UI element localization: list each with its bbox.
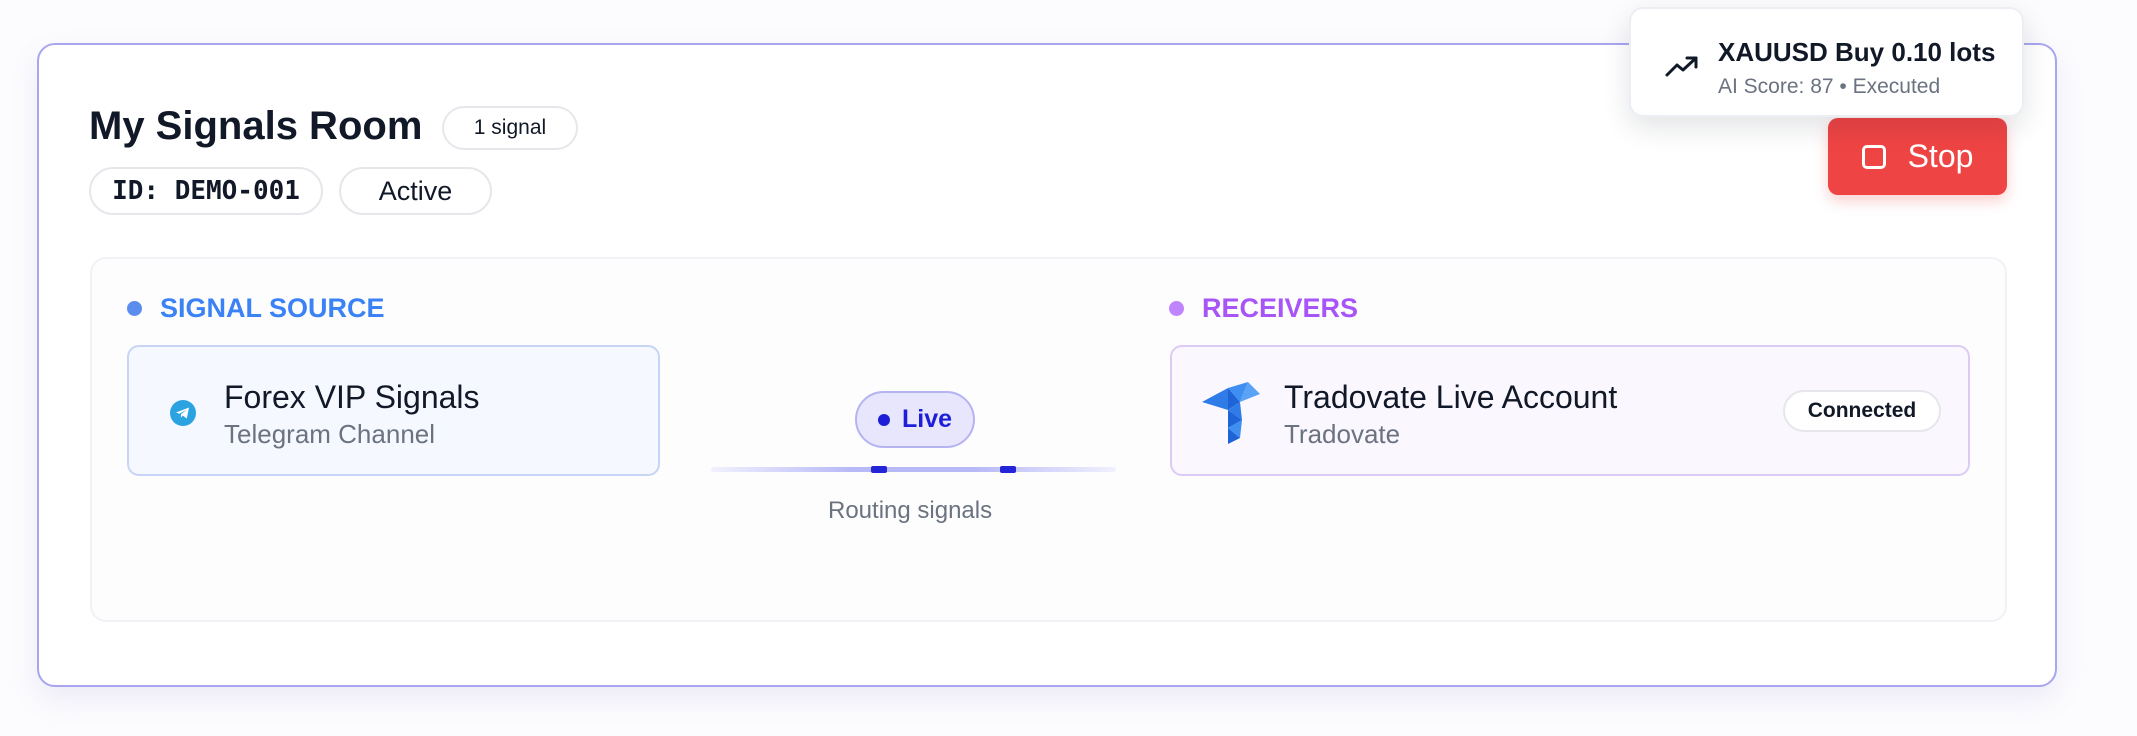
live-label: Live	[901, 405, 953, 433]
stop-icon	[1861, 144, 1886, 169]
receivers-heading: RECEIVERS	[1169, 293, 1358, 324]
stop-button[interactable]: Stop	[1828, 118, 2007, 195]
live-dot-icon	[877, 413, 890, 426]
trending-up-icon	[1665, 56, 1698, 77]
receiver-platform: Tradovate	[1284, 419, 1401, 449]
trade-notification-toast[interactable]: XAUUSD Buy 0.10 lots AI Score: 87 • Exec…	[1629, 7, 2024, 117]
receivers-dot-icon	[1169, 301, 1184, 316]
source-type: Telegram Channel	[224, 419, 436, 449]
stop-button-label: Stop	[1907, 138, 1974, 174]
receiver-name: Tradovate Live Account	[1284, 379, 1618, 415]
live-status-badge: Live	[855, 391, 975, 448]
signal-pulse	[1000, 466, 1016, 473]
toast-title: XAUUSD Buy 0.10 lots	[1718, 37, 1996, 67]
source-name: Forex VIP Signals	[224, 379, 480, 415]
signal-source-card[interactable]: Forex VIP Signals Telegram Channel	[127, 345, 660, 476]
signal-source-label: SIGNAL SOURCE	[160, 293, 385, 323]
room-id-badge: ID: DEMO-001	[89, 167, 323, 215]
telegram-icon	[170, 400, 196, 426]
routing-label: Routing signals	[828, 497, 993, 524]
room-status-badge: Active	[339, 167, 492, 215]
toast-subtitle: AI Score: 87 • Executed	[1718, 75, 1941, 98]
signal-count-badge: 1 signal	[442, 106, 578, 150]
routing-line	[711, 467, 1116, 472]
source-dot-icon	[127, 301, 142, 316]
room-title: My Signals Room	[89, 104, 423, 148]
signal-source-heading: SIGNAL SOURCE	[127, 293, 385, 324]
receivers-label: RECEIVERS	[1202, 293, 1359, 323]
tradovate-logo-icon	[1202, 382, 1260, 444]
connection-status-badge: Connected	[1783, 390, 1941, 432]
signal-pulse	[871, 466, 887, 473]
receiver-card[interactable]: Tradovate Live Account Tradovate Connect…	[1170, 345, 1970, 476]
